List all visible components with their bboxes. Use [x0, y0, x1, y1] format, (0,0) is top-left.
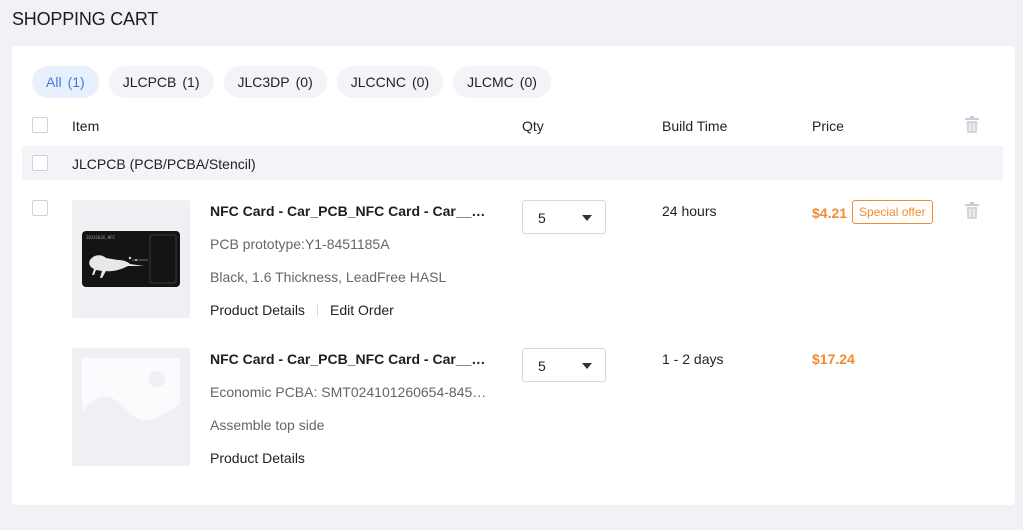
- build-time: 24 hours: [662, 203, 717, 219]
- header-build-time: Build Time: [662, 118, 728, 134]
- quantity-select[interactable]: 5: [522, 348, 606, 382]
- group-checkbox[interactable]: [32, 155, 48, 171]
- product-details-link[interactable]: Product Details: [210, 450, 305, 466]
- item-checkbox[interactable]: [32, 200, 48, 216]
- tab-count: (0): [295, 74, 313, 90]
- tab-label: All: [46, 74, 62, 90]
- build-time: 1 - 2 days: [662, 351, 724, 367]
- quantity-value: 5: [538, 210, 546, 226]
- special-offer-badge: Special offer: [852, 200, 933, 224]
- image-placeholder-icon: [82, 358, 180, 456]
- tab-label: JLC3DP: [237, 74, 290, 90]
- header-item: Item: [72, 118, 100, 134]
- tab-label: JLCMC: [467, 74, 514, 90]
- tab-all[interactable]: All (1): [32, 66, 99, 98]
- tab-label: JLCCNC: [350, 74, 406, 90]
- item-spec: Assemble top side: [210, 417, 325, 433]
- group-label: JLCPCB (PCB/PCBA/Stencil): [72, 156, 256, 172]
- tab-jlccnc[interactable]: JLCCNC (0): [336, 66, 444, 98]
- tab-count: (0): [519, 74, 537, 90]
- item-title[interactable]: NFC Card - Car_PCB_NFC Card - Car__2024-…: [210, 351, 492, 367]
- svg-text:20241026_NFC: 20241026_NFC: [86, 235, 115, 240]
- item-title[interactable]: NFC Card - Car_PCB_NFC Card - Car__2024-…: [210, 203, 492, 219]
- select-all-checkbox[interactable]: [32, 117, 48, 133]
- tab-count: (1): [182, 74, 200, 90]
- item-price: $4.21: [812, 205, 848, 221]
- pcb-card-image: 20241026_NFC: [82, 231, 180, 287]
- quantity-select[interactable]: 5: [522, 200, 606, 234]
- tab-jlc3dp[interactable]: JLC3DP (0): [223, 66, 327, 98]
- delete-item-icon[interactable]: [964, 202, 980, 220]
- cart-panel: All (1) JLCPCB (1) JLC3DP (0) JLCCNC (0) JLC…: [12, 46, 1015, 505]
- item-subtitle: Economic PCBA: SMT024101260654-8451185A: [210, 384, 490, 400]
- item-price: $17.24: [812, 351, 855, 367]
- group-row: JLCPCB (PCB/PCBA/Stencil): [22, 146, 1003, 180]
- page-title: SHOPPING CART: [12, 9, 159, 29]
- item-thumbnail[interactable]: 20241026_NFC: [72, 200, 190, 318]
- tab-count: (1): [67, 74, 85, 90]
- link-divider: [317, 303, 318, 317]
- chevron-down-icon: [582, 363, 592, 369]
- tab-jlcpcb[interactable]: JLCPCB (1): [108, 66, 214, 98]
- product-details-link[interactable]: Product Details: [210, 302, 305, 318]
- header-price: Price: [812, 118, 844, 134]
- item-spec: Black, 1.6 Thickness, LeadFree HASL: [210, 269, 447, 285]
- tab-count: (0): [412, 74, 430, 90]
- item-subtitle: PCB prototype:Y1-8451185A: [210, 236, 390, 252]
- tab-label: JLCPCB: [122, 74, 177, 90]
- tab-jlcmc[interactable]: JLCMC (0): [453, 66, 551, 98]
- category-tabs: All (1) JLCPCB (1) JLC3DP (0) JLCCNC (0) JLC…: [32, 66, 561, 98]
- chevron-down-icon: [582, 215, 592, 221]
- edit-order-link[interactable]: Edit Order: [330, 302, 394, 318]
- quantity-value: 5: [538, 358, 546, 374]
- item-thumbnail[interactable]: [72, 348, 190, 466]
- delete-all-icon[interactable]: [964, 116, 980, 134]
- header-qty: Qty: [522, 118, 544, 134]
